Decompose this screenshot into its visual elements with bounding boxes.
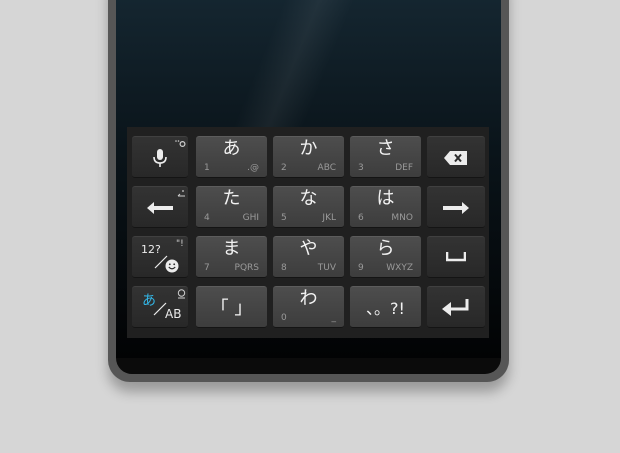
key-number-label: 4 bbox=[204, 213, 210, 223]
key-ra-row[interactable]: ら 9 WXYZ bbox=[350, 236, 421, 278]
key-main-char: な bbox=[299, 188, 318, 209]
cursor-mark-icon bbox=[177, 190, 185, 197]
key-number-label: 6 bbox=[358, 213, 364, 223]
key-main-char: 、。?! bbox=[366, 299, 405, 318]
japanese-flick-keyboard: あ 1 .@ か 2 ABC さ 3 DEF た 4 GHI な 5 JKL は… bbox=[127, 127, 489, 338]
key-alpha-label: .@ bbox=[247, 163, 259, 173]
key-ka-row[interactable]: か 2 ABC bbox=[273, 136, 344, 178]
key-alpha-label: ABC bbox=[317, 163, 336, 173]
key-na-row[interactable]: な 5 JKL bbox=[273, 186, 344, 228]
key-alpha-label: TUV bbox=[317, 263, 336, 273]
key-number-label: 7 bbox=[204, 263, 210, 273]
space-key[interactable] bbox=[427, 236, 485, 278]
key-sa-row[interactable]: さ 3 DEF bbox=[350, 136, 421, 178]
key-main-char: ま bbox=[222, 238, 241, 259]
globe-hint-icon bbox=[177, 289, 186, 299]
key-alpha-label: MNO bbox=[391, 213, 413, 223]
key-main-char: や bbox=[299, 238, 318, 259]
key-main-char: 「 」 bbox=[210, 298, 253, 319]
key-brackets[interactable]: 「 」 bbox=[196, 286, 267, 328]
key-wa-row[interactable]: わ 0 _ bbox=[273, 286, 344, 328]
cursor-left-key[interactable] bbox=[132, 186, 188, 228]
backspace-icon bbox=[444, 151, 467, 165]
key-main-char: か bbox=[299, 138, 318, 159]
settings-gear-icon bbox=[175, 140, 186, 148]
key-number-label: 9 bbox=[358, 263, 364, 273]
key-number-label: 2 bbox=[281, 163, 287, 173]
alphabet-mode-label: AB bbox=[165, 307, 182, 321]
key-number-label: 8 bbox=[281, 263, 287, 273]
enter-return-icon bbox=[442, 299, 469, 316]
arrow-left-icon bbox=[147, 202, 173, 214]
key-alpha-label: _ bbox=[331, 313, 337, 323]
symbol-mode-key[interactable]: 12? "! bbox=[132, 236, 188, 278]
key-ma-row[interactable]: ま 7 PQRS bbox=[196, 236, 267, 278]
key-alpha-label: WXYZ bbox=[386, 263, 413, 273]
key-alpha-label: DEF bbox=[395, 163, 413, 173]
input-mode-toggle-key[interactable]: あ AB bbox=[132, 286, 188, 328]
microphone-icon bbox=[153, 149, 167, 167]
key-ha-row[interactable]: は 6 MNO bbox=[350, 186, 421, 228]
key-alpha-label: PQRS bbox=[234, 263, 259, 273]
key-main-char: さ bbox=[376, 138, 395, 159]
key-main-char: わ bbox=[299, 288, 318, 309]
emoji-face-icon bbox=[165, 259, 179, 273]
key-a-row[interactable]: あ 1 .@ bbox=[196, 136, 267, 178]
key-main-char: た bbox=[222, 188, 241, 209]
key-ya-row[interactable]: や 8 TUV bbox=[273, 236, 344, 278]
key-alpha-label: GHI bbox=[242, 213, 259, 223]
key-main-char: は bbox=[376, 188, 395, 209]
voice-input-key[interactable] bbox=[132, 136, 188, 178]
enter-key[interactable] bbox=[427, 286, 485, 328]
emoji-hint-label: "! bbox=[176, 239, 184, 249]
cursor-right-key[interactable] bbox=[427, 186, 485, 228]
arrow-right-icon bbox=[443, 202, 469, 214]
key-number-label: 1 bbox=[204, 163, 210, 173]
backspace-key[interactable] bbox=[427, 136, 485, 178]
key-number-label: 5 bbox=[281, 213, 287, 223]
key-punctuation[interactable]: 、。?! bbox=[350, 286, 421, 328]
key-main-char: ら bbox=[376, 238, 395, 259]
key-number-label: 3 bbox=[358, 163, 364, 173]
space-icon bbox=[446, 252, 466, 262]
key-number-label: 0 bbox=[281, 313, 287, 323]
key-ta-row[interactable]: た 4 GHI bbox=[196, 186, 267, 228]
key-main-char: あ bbox=[222, 138, 241, 159]
key-alpha-label: JKL bbox=[322, 213, 336, 223]
